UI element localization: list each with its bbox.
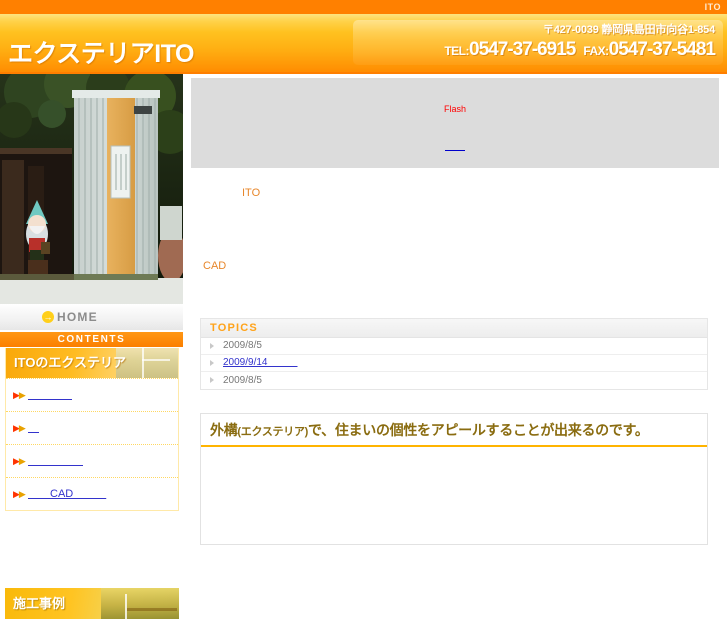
bullet-arrow-icon (210, 343, 214, 349)
fax-number: 0547-37-5481 (608, 39, 716, 60)
message-heading-rest: で、住まいの個性をアピールすることが出来るのです。 (308, 422, 649, 438)
sidebar-menu-item-2-label (28, 421, 39, 435)
topics-row-text: 2009/8/5 (223, 374, 262, 386)
sidebar-menu-item-cad[interactable]: ▶▶ CAD (6, 477, 178, 510)
menu-banner-works-label: 施工事例 (13, 596, 66, 611)
sidebar: → HOME CONTENTS ITOのエクステリア ▶▶ ▶▶ ▶▶ ▶▶ C… (0, 74, 183, 619)
site-logo[interactable]: エクステリアITO (8, 39, 194, 69)
bullet-arrow-icon (210, 360, 214, 366)
message-heading: 外構(エクステリア)で、住まいの個性をアピールすることが出来るのです。 (201, 414, 707, 447)
sidebar-item-home[interactable]: HOME (57, 310, 98, 324)
topics-row: 2009/8/5 (201, 372, 707, 389)
top-bar-site-tag: ITO (704, 2, 721, 12)
banner-photo-shape (101, 588, 179, 619)
double-arrow-icon: ▶▶ (13, 423, 26, 433)
intro-text-block: ITO CAD (190, 174, 718, 284)
flash-download-link[interactable] (191, 136, 719, 154)
phone-numbers: TEL:0547-37-6915 FAX:0547-37-5481 (353, 38, 716, 64)
topics-panel: TOPICS 2009/8/5 2009/9/14 2009/8/5 (200, 318, 708, 390)
double-arrow-icon: ▶▶ (13, 456, 26, 466)
topics-row[interactable]: 2009/9/14 (201, 355, 707, 372)
topics-heading: TOPICS (201, 319, 707, 338)
sidebar-menu-item-1[interactable]: ▶▶ (6, 378, 178, 411)
flash-download-link-label (445, 141, 465, 152)
hero-photo-illustration (0, 74, 183, 304)
message-heading-prefix: 外構 (210, 422, 238, 438)
menu-banner-exterior[interactable]: ITOのエクステリア (6, 348, 178, 378)
menu-banner-label: ITOのエクステリア (14, 355, 127, 370)
topics-row: 2009/8/5 (201, 338, 707, 355)
banner-line-1 (142, 348, 144, 378)
bullet-arrow-icon (210, 377, 214, 383)
postal-address: 〒427-0039 静岡県島田市向谷1-854 (542, 24, 715, 36)
topics-row-text: 2009/8/5 (223, 340, 262, 351)
sidebar-menu-item-3[interactable]: ▶▶ (6, 444, 178, 477)
topics-row-text[interactable]: 2009/9/14 (223, 356, 298, 370)
sidebar-menu: ITOのエクステリア ▶▶ ▶▶ ▶▶ ▶▶ CAD (5, 348, 179, 511)
sidebar-menu-item-1-label (28, 388, 72, 402)
intro-line-1: ITO (242, 187, 261, 199)
site-header: エクステリアITO 〒427-0039 静岡県島田市向谷1-854 TEL:05… (0, 14, 727, 74)
contact-info-box: 〒427-0039 静岡県島田市向谷1-854 TEL:0547-37-6915… (353, 20, 723, 65)
banner-line-2 (127, 608, 177, 611)
message-panel: 外構(エクステリア)で、住まいの個性をアピールすることが出来るのです。 (200, 413, 708, 545)
banner-line-2 (142, 359, 170, 361)
menu-banner-works[interactable]: 施工事例 (5, 588, 179, 619)
sidebar-menu-item-cad-label: CAD (28, 488, 107, 500)
tel-number: 0547-37-6915 (469, 39, 576, 60)
main-content: Flash ITO CAD TOPICS 2009/8/5 2009/9/14 … (190, 74, 727, 545)
intro-line-2: CAD (203, 260, 227, 272)
contents-heading: CONTENTS (0, 332, 183, 347)
sidebar-menu-item-3-label (28, 454, 83, 468)
banner-line-1 (125, 594, 127, 619)
fax-label: FAX: (583, 44, 609, 58)
home-arrow-icon: → (42, 311, 54, 323)
sidebar-hero-photo (0, 74, 183, 304)
tel-label: TEL: (444, 44, 469, 58)
top-bar: ITO (0, 0, 727, 14)
double-arrow-icon: ▶▶ (13, 489, 26, 499)
sidebar-menu-item-2[interactable]: ▶▶ (6, 411, 178, 444)
double-arrow-icon: ▶▶ (13, 390, 26, 400)
flash-placeholder[interactable]: Flash (191, 78, 719, 168)
home-strip[interactable]: → HOME (0, 304, 183, 331)
message-heading-paren: (エクステリア) (237, 426, 309, 438)
message-heading-text: 外構(エクステリア)で、住まいの個性をアピールすることが出来るのです。 (210, 422, 649, 438)
flash-placeholder-label: Flash (443, 104, 466, 114)
